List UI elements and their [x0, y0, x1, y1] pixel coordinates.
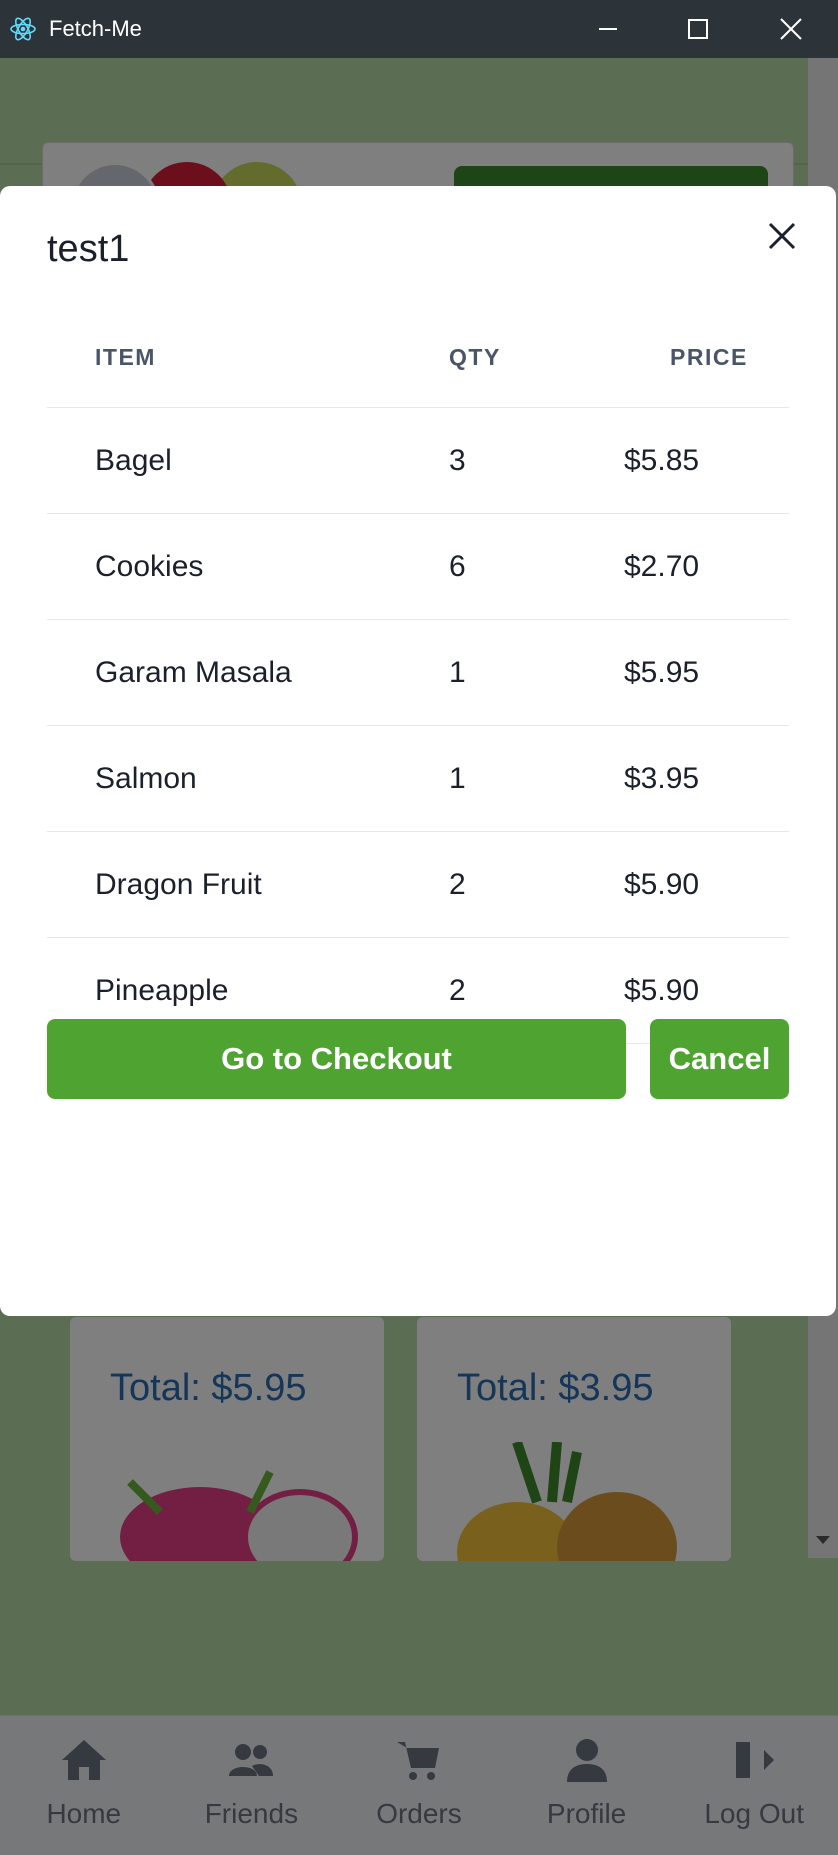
- modal-title: test1: [47, 228, 130, 270]
- item-name: Salmon: [95, 761, 197, 795]
- item-price: $2.70: [624, 549, 700, 583]
- order-modal: test1 ITEM QTY PRICE Bagel 3 $5.85 Cooki…: [0, 186, 836, 1316]
- order-table: ITEM QTY PRICE Bagel 3 $5.85 Cookies 6 $…: [47, 308, 789, 1128]
- item-name: Bagel: [95, 443, 172, 477]
- column-header-item: ITEM: [95, 344, 156, 370]
- maximize-button[interactable]: [663, 0, 733, 58]
- window-title: Fetch-Me: [49, 16, 142, 41]
- table-row: Bagel 3 $5.85: [47, 408, 789, 514]
- close-window-button[interactable]: [756, 0, 826, 58]
- table-header: ITEM QTY PRICE: [47, 308, 789, 408]
- maximize-icon: [688, 19, 708, 39]
- window-titlebar: Fetch-Me: [0, 0, 838, 58]
- item-qty: 1: [449, 655, 466, 689]
- column-header-price: PRICE: [670, 344, 748, 370]
- table-row: Garam Masala 1 $5.95: [47, 620, 789, 726]
- item-price: $5.95: [624, 655, 700, 689]
- react-icon: [10, 17, 36, 41]
- item-price: $5.85: [624, 443, 700, 477]
- close-icon: [768, 222, 796, 250]
- go-to-checkout-button[interactable]: Go to Checkout: [47, 1019, 626, 1099]
- table-row: Dragon Fruit 2 $5.90: [47, 832, 789, 938]
- item-qty: 3: [449, 443, 466, 477]
- table-row: Salmon 1 $3.95: [47, 726, 789, 832]
- item-qty: 1: [449, 761, 466, 795]
- close-icon: [780, 18, 802, 40]
- cancel-button[interactable]: Cancel: [650, 1019, 789, 1099]
- item-price: $5.90: [624, 867, 700, 901]
- minimize-button[interactable]: [573, 0, 643, 58]
- close-modal-button[interactable]: [762, 216, 802, 256]
- item-qty: 6: [449, 549, 466, 583]
- item-name: Cookies: [95, 549, 204, 583]
- minimize-icon: [599, 28, 617, 30]
- item-name: Garam Masala: [95, 655, 292, 689]
- table-row: Cookies 6 $2.70: [47, 514, 789, 620]
- column-header-qty: QTY: [449, 344, 501, 370]
- item-qty: 2: [449, 867, 466, 901]
- item-price: $3.95: [624, 761, 700, 795]
- item-name: Dragon Fruit: [95, 867, 262, 901]
